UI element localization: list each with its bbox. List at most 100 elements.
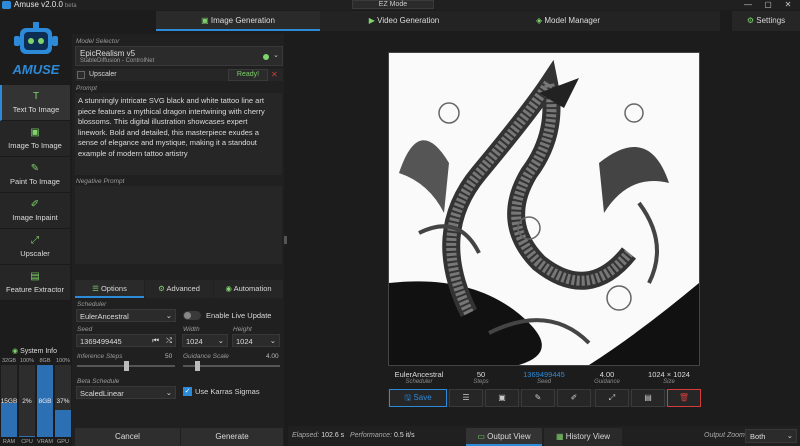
gpu-value: 37%	[56, 398, 70, 405]
history-icon: ▦	[555, 432, 566, 441]
meta-scheduler-label: Scheduler	[405, 379, 433, 385]
nav-label: Upscaler	[20, 249, 50, 258]
model-selector-label: Model Selector	[76, 38, 120, 45]
output-zoom-select[interactable]: Both ⌄	[745, 429, 797, 443]
output-view-label: Output View	[487, 432, 531, 441]
elapsed-status: Elapsed: 102.6 s	[292, 432, 344, 439]
vram-label: VRAM	[37, 439, 53, 445]
save-button[interactable]: 🖫 Save	[389, 389, 447, 407]
output-view-button[interactable]: ▭ Output View	[466, 428, 542, 446]
prompt-input[interactable]: A stunningly intricate SVG black and whi…	[75, 93, 282, 175]
beta-schedule-select[interactable]: ScaledLinear ⌄	[76, 386, 176, 399]
seed-value: 1369499445	[80, 337, 122, 346]
scheduler-select[interactable]: EulerAncestral ⌄	[76, 309, 176, 322]
delete-icon[interactable]: 🗑	[667, 389, 701, 407]
paint-icon[interactable]: ✎	[521, 389, 555, 407]
output-zoom-value: Both	[750, 432, 766, 441]
info-icon: ◉	[12, 348, 21, 355]
shuffle-icon[interactable]: ⤭	[166, 336, 172, 346]
maximize-icon[interactable]: ▢	[758, 0, 778, 10]
close-icon[interactable]: ✕	[778, 0, 798, 10]
chevron-down-icon: ⌄	[165, 388, 172, 397]
cancel-button[interactable]: Cancel	[75, 428, 180, 446]
output-image[interactable]	[388, 52, 700, 366]
model-select[interactable]: EpicRealism v5 StableDiffusion - Control…	[75, 46, 283, 66]
upscaler-checkbox[interactable]	[77, 71, 85, 79]
ram-value: 15GB	[0, 398, 18, 405]
app-title-text: Amuse v2.0.0	[14, 0, 63, 9]
tab-advanced[interactable]: ⚙ Advanced	[145, 280, 213, 298]
nav-label: Text To Image	[12, 105, 60, 114]
steps-label: Inference Steps	[77, 353, 123, 360]
guidance-label: Guidance Scale	[183, 353, 229, 360]
app-icon	[2, 1, 11, 9]
meta-size-label: Size	[663, 379, 675, 385]
resize-handle[interactable]	[284, 236, 287, 244]
seed-input[interactable]: 1369499445 ⏮ ⤭	[76, 334, 176, 347]
tab-video-generation[interactable]: ▶ Video Generation	[324, 11, 484, 31]
chevron-down-icon: ⌄	[269, 336, 276, 345]
negative-prompt-input[interactable]	[75, 186, 282, 264]
cpu-value: 2%	[22, 398, 32, 405]
steps-slider-handle[interactable]	[124, 361, 129, 371]
status-dot-icon	[263, 54, 269, 60]
meta-seed[interactable]: 1369499445	[512, 370, 576, 379]
karras-checkbox[interactable]: ✓	[183, 387, 192, 396]
guidance-slider[interactable]	[183, 361, 280, 371]
system-info-title: ◉ System Info	[12, 347, 57, 355]
cpu-bar-fill	[19, 435, 35, 437]
seed-label: Seed	[77, 326, 93, 333]
cpu-max: 100%	[19, 358, 35, 364]
chevron-down-icon: ⌄	[217, 336, 224, 345]
performance-label: Performance:	[350, 432, 393, 439]
tab-options[interactable]: ☰ Options	[75, 280, 144, 298]
prompt-copy-icon[interactable]: ☰	[449, 389, 483, 407]
image-to-image-icon[interactable]: ▣	[485, 389, 519, 407]
close-icon[interactable]: ✕	[271, 70, 278, 79]
image-icon: ▣	[30, 127, 40, 138]
guidance-slider-handle[interactable]	[194, 361, 200, 371]
tab-label: Image Generation	[210, 16, 275, 25]
gear-icon: ⚙	[746, 16, 757, 25]
nav-image-to-image[interactable]: ▣ Image To Image	[0, 121, 70, 157]
feature-extract-icon[interactable]: ▤	[631, 389, 665, 407]
scheduler-value: EulerAncestral	[80, 312, 129, 321]
vram-max: 8GB	[39, 358, 51, 364]
sliders-icon: ☰	[92, 284, 101, 293]
subtab-label: Options	[100, 284, 127, 293]
prompt-label: Prompt	[76, 85, 97, 92]
live-update-toggle[interactable]	[183, 311, 201, 320]
settings-button[interactable]: ⚙ Settings	[732, 11, 800, 31]
tab-automation[interactable]: ◉ Automation	[214, 280, 283, 298]
seed-reset-icon[interactable]: ⏮	[152, 336, 159, 346]
nav-image-inpaint[interactable]: ✐ Image Inpaint	[0, 193, 70, 229]
performance-value: 0.5 it/s	[393, 432, 415, 439]
history-view-button[interactable]: ▦ History View	[544, 428, 622, 446]
nav-upscaler[interactable]: ⤢ Upscaler	[0, 229, 70, 265]
height-select[interactable]: 1024 ⌄	[232, 334, 280, 347]
tab-image-generation[interactable]: ▣ Image Generation	[156, 11, 320, 31]
ez-mode-button[interactable]: EZ Mode	[352, 0, 434, 9]
save-label: Save	[413, 393, 432, 402]
tab-model-manager[interactable]: ◈ Model Manager	[488, 11, 648, 31]
brush-icon: ✎	[30, 163, 40, 174]
nav-text-to-image[interactable]: T Text To Image	[0, 85, 70, 121]
amuse-logo: AMUSE	[6, 22, 66, 80]
nav-feature-extractor[interactable]: ▤ Feature Extractor	[0, 265, 70, 301]
meta-guidance: 4.00	[599, 370, 615, 379]
chevron-down-icon: ⌄	[273, 52, 279, 59]
system-info-label: System Info	[20, 348, 58, 355]
upscale-icon[interactable]: ⤢	[595, 389, 629, 407]
generate-button[interactable]: Generate	[181, 428, 283, 446]
history-view-label: History View	[565, 432, 611, 441]
beta-badge: beta	[64, 3, 77, 9]
nav-paint-to-image[interactable]: ✎ Paint To Image	[0, 157, 70, 193]
width-value: 1024	[186, 337, 203, 346]
beta-schedule-value: ScaledLinear	[80, 389, 124, 398]
steps-slider[interactable]	[77, 361, 175, 371]
width-select[interactable]: 1024 ⌄	[182, 334, 228, 347]
inpaint-icon[interactable]: ✐	[557, 389, 591, 407]
minimize-icon[interactable]: —	[738, 0, 758, 10]
elapsed-value: 102.6 s	[321, 432, 345, 439]
feature-icon: ▤	[30, 271, 40, 282]
